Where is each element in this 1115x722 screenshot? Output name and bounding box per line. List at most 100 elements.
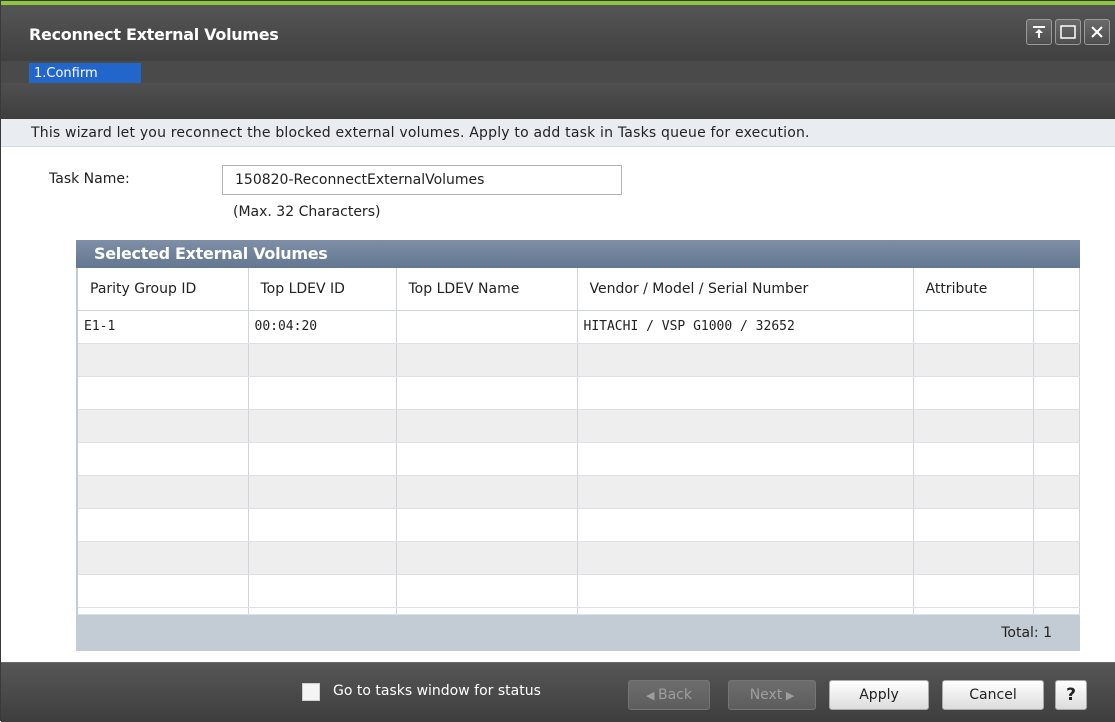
table-cell — [913, 409, 1034, 443]
table-cell — [396, 475, 578, 509]
table-cell: E1-1 — [78, 310, 249, 344]
table-cell — [913, 442, 1034, 476]
table-cell — [78, 376, 249, 410]
go-to-tasks-label[interactable]: Go to tasks window for status — [333, 683, 541, 699]
table-cell — [913, 376, 1034, 410]
table-cell — [248, 376, 397, 410]
help-button[interactable]: ? — [1055, 680, 1087, 710]
column-header[interactable]: Top LDEV ID — [248, 268, 397, 311]
volumes-table: Parity Group ID Top LDEV ID Top LDEV Nam… — [78, 268, 1080, 615]
next-button[interactable]: Next ▶ — [728, 680, 816, 710]
panel-header: Selected External Volumes — [76, 240, 1080, 268]
table-cell — [577, 607, 914, 615]
table-cell — [913, 475, 1034, 509]
table-cell — [396, 409, 578, 443]
table-cell — [248, 508, 397, 542]
table-cell — [913, 607, 1034, 615]
table-cell — [1033, 508, 1080, 542]
table-cell — [78, 508, 249, 542]
cancel-button[interactable]: Cancel — [942, 680, 1044, 710]
table-cell — [248, 409, 397, 443]
maximize-icon[interactable] — [1055, 19, 1081, 45]
table-cell — [78, 409, 249, 443]
table-cell — [1033, 607, 1080, 615]
table-cell — [577, 475, 914, 509]
chevron-right-icon: ▶ — [782, 688, 795, 702]
table-cell — [248, 607, 397, 615]
table-cell — [577, 343, 914, 377]
next-button-label: Next — [749, 687, 783, 703]
total-count: Total: 1 — [1001, 625, 1052, 641]
table-cell — [1033, 442, 1080, 476]
back-button-label: Back — [657, 687, 692, 703]
table-cell — [396, 376, 578, 410]
title-bar: Reconnect External Volumes — [1, 5, 1115, 61]
table-cell — [1033, 409, 1080, 443]
panel-title: Selected External Volumes — [94, 244, 328, 263]
table-cell — [396, 541, 578, 575]
pin-icon[interactable] — [1026, 19, 1052, 45]
column-header[interactable]: Attribute — [913, 268, 1034, 311]
back-button[interactable]: ◀ Back — [628, 680, 710, 710]
go-to-tasks-checkbox[interactable] — [302, 683, 320, 701]
table-cell — [577, 574, 914, 608]
table-cell — [78, 541, 249, 575]
table-cell — [396, 508, 578, 542]
table-row — [78, 607, 1080, 615]
selected-volumes-panel: Selected External Volumes Parity Group I… — [76, 240, 1080, 651]
table-cell: 00:04:20 — [248, 310, 397, 344]
table-row — [78, 475, 1080, 509]
column-header[interactable]: Top LDEV Name — [396, 268, 578, 311]
wizard-description: This wizard let you reconnect the blocke… — [31, 125, 810, 141]
table-cell — [396, 343, 578, 377]
table-cell — [913, 343, 1034, 377]
table-cell — [78, 343, 249, 377]
table-cell — [396, 310, 578, 344]
description-bar: This wizard let you reconnect the blocke… — [1, 119, 1115, 147]
apply-button[interactable]: Apply — [829, 680, 929, 710]
table-cell — [1033, 541, 1080, 575]
table-row — [78, 376, 1080, 410]
table-cell — [1033, 475, 1080, 509]
table-cell — [248, 475, 397, 509]
task-name-label: Task Name: — [49, 171, 130, 187]
window-title: Reconnect External Volumes — [29, 25, 279, 44]
table-cell — [913, 508, 1034, 542]
table-row — [78, 541, 1080, 575]
chevron-left-icon: ◀ — [646, 688, 658, 702]
table-cell — [78, 607, 249, 615]
table-cell — [248, 343, 397, 377]
table-cell — [248, 442, 397, 476]
table-row — [78, 574, 1080, 608]
wizard-window: Reconnect External Volumes 1.Confirm Thi… — [0, 0, 1115, 722]
table-row — [78, 508, 1080, 542]
table-cell — [78, 574, 249, 608]
close-icon[interactable] — [1084, 19, 1110, 45]
table-header-row: Parity Group ID Top LDEV ID Top LDEV Nam… — [78, 268, 1080, 311]
column-header[interactable]: Parity Group ID — [78, 268, 249, 311]
column-header[interactable]: Vendor / Model / Serial Number — [577, 268, 914, 311]
table-cell: HITACHI / VSP G1000 / 32652 — [577, 310, 914, 344]
table-cell — [78, 442, 249, 476]
table-row[interactable]: E1-1 00:04:20 HITACHI / VSP G1000 / 3265… — [78, 310, 1080, 344]
table-cell — [577, 541, 914, 575]
wizard-content: This wizard let you reconnect the blocke… — [1, 119, 1115, 662]
table-cell — [577, 376, 914, 410]
table-cell — [248, 541, 397, 575]
window-controls — [1026, 19, 1110, 45]
table-cell — [913, 541, 1034, 575]
task-name-input[interactable] — [222, 165, 622, 195]
table-cell — [913, 574, 1034, 608]
table-cell — [577, 442, 914, 476]
table-cell — [913, 310, 1034, 344]
table-row — [78, 442, 1080, 476]
table-cell — [577, 508, 914, 542]
table-cell — [1033, 574, 1080, 608]
table-cell — [248, 574, 397, 608]
table-row — [78, 409, 1080, 443]
table-cell — [1033, 343, 1080, 377]
table-cell — [1033, 376, 1080, 410]
task-name-hint: (Max. 32 Characters) — [233, 204, 381, 220]
table-cell — [577, 409, 914, 443]
step-confirm[interactable]: 1.Confirm — [29, 63, 141, 85]
